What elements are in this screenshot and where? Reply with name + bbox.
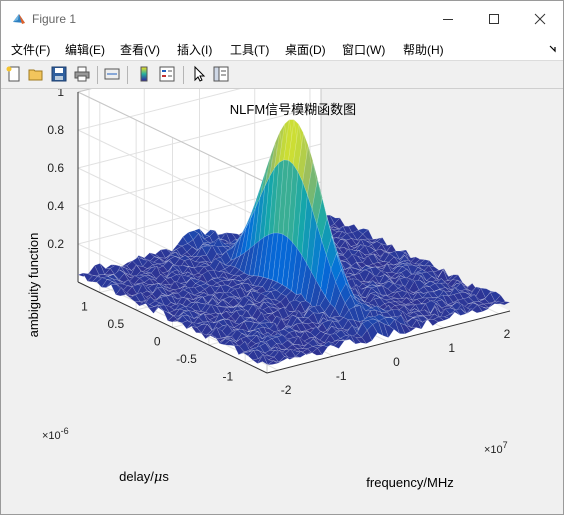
- figure-canvas: NLFM信号模糊函数图 ambiguity function frequency…: [2, 29, 562, 513]
- toolbar-separator: [97, 66, 98, 84]
- z-tick-label: 0.8: [47, 123, 64, 137]
- matlab-logo-icon: [13, 14, 25, 24]
- x-tick-label: 0: [393, 355, 400, 369]
- ambiguity-surface-plot[interactable]: NLFM信号模糊函数图 ambiguity function frequency…: [2, 29, 562, 513]
- menu-bar: 文件(F) 编辑(E) 查看(V) 插入(I) 工具(T) 桌面(D) 窗口(W…: [1, 38, 563, 61]
- y-tick-label: 0.5: [107, 317, 124, 331]
- y-axis-label: delay/μs: [119, 469, 169, 485]
- menu-view[interactable]: 查看(V): [120, 41, 160, 58]
- print-icon[interactable]: [73, 65, 91, 83]
- legend-icon[interactable]: [158, 65, 176, 83]
- toolbar: [1, 61, 563, 89]
- z-tick-label: 0.4: [47, 199, 64, 213]
- z-tick-label: 0.6: [47, 161, 64, 175]
- x-tick-label: 2: [504, 327, 511, 341]
- x-tick-label: -2: [281, 383, 292, 397]
- menu-overflow-arrow-icon[interactable]: [549, 44, 558, 53]
- minimize-button[interactable]: [433, 8, 463, 30]
- y-tick-label: -1: [223, 370, 234, 384]
- link-plot-icon[interactable]: [103, 65, 121, 83]
- y-tick-label: 1: [81, 300, 88, 314]
- x-tick-label: 1: [448, 341, 455, 355]
- save-icon[interactable]: [50, 65, 68, 83]
- menu-window[interactable]: 窗口(W): [342, 41, 385, 58]
- menu-desktop[interactable]: 桌面(D): [285, 41, 326, 58]
- maximize-icon: [489, 14, 499, 24]
- y-exponent-label: ×10-6: [42, 426, 69, 442]
- z-axis-label: ambiguity function: [26, 233, 41, 338]
- property-inspector-icon[interactable]: [212, 65, 230, 83]
- z-tick-label: 0.2: [47, 237, 64, 251]
- figure-window: Figure 1 文件(F) 编辑(E) 查看(V) 插入(I) 工具(T) 桌…: [0, 0, 564, 515]
- menu-edit[interactable]: 编辑(E): [65, 41, 105, 58]
- menu-tools[interactable]: 工具(T): [230, 41, 269, 58]
- window-title: Figure 1: [32, 12, 77, 26]
- y-axis-label-text: delay/: [119, 469, 154, 484]
- menu-help[interactable]: 帮助(H): [403, 41, 444, 58]
- chart-title: NLFM信号模糊函数图: [230, 102, 356, 117]
- menu-insert[interactable]: 插入(I): [177, 41, 212, 58]
- pointer-icon[interactable]: [190, 65, 208, 83]
- x-exponent-label: ×107: [484, 440, 508, 456]
- menu-file[interactable]: 文件(F): [11, 41, 50, 58]
- toolbar-separator: [183, 66, 184, 84]
- title-bar: Figure 1: [1, 1, 563, 38]
- y-tick-label: 0: [154, 335, 161, 349]
- minimize-icon: [443, 19, 453, 20]
- colorbar-icon[interactable]: [135, 65, 153, 83]
- close-icon: [534, 13, 546, 25]
- open-file-icon[interactable]: [27, 65, 45, 83]
- close-button[interactable]: [525, 8, 555, 30]
- maximize-button[interactable]: [479, 8, 509, 30]
- toolbar-separator: [127, 66, 128, 84]
- z-tick-label: 1: [57, 89, 64, 99]
- y-tick-label: -0.5: [176, 352, 197, 366]
- x-tick-label: -1: [336, 369, 347, 383]
- new-figure-icon[interactable]: [5, 65, 23, 83]
- x-axis-label: frequency/MHz: [366, 475, 453, 490]
